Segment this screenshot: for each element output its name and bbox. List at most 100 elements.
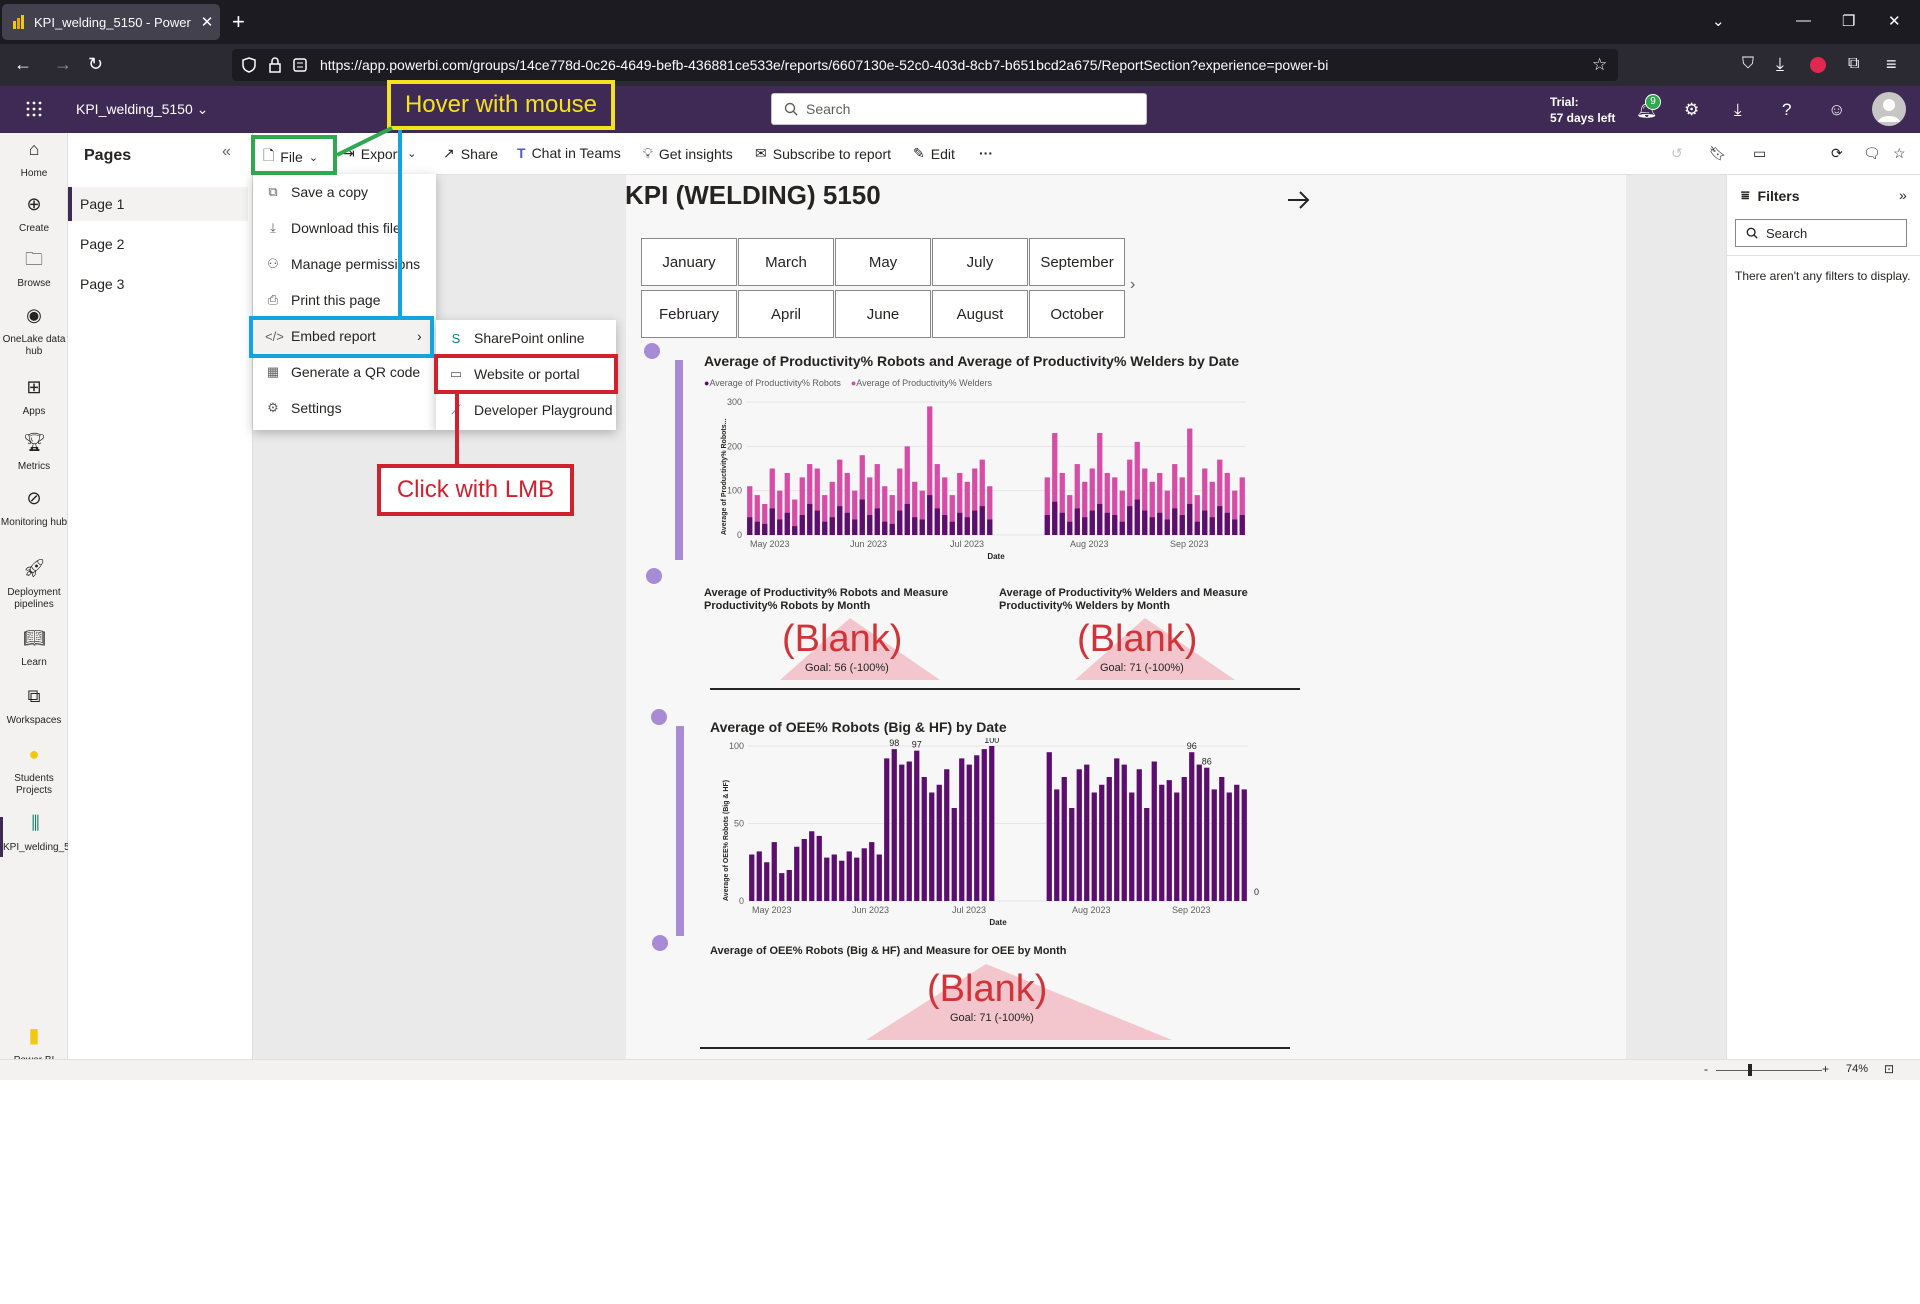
chart-bar[interactable] xyxy=(1239,515,1245,535)
chart-bar[interactable] xyxy=(1052,501,1058,535)
chart-bar[interactable] xyxy=(1089,510,1095,535)
nav-item-learn[interactable]: 📖︎ Learn xyxy=(0,629,68,669)
zoom-in-icon[interactable]: + xyxy=(1822,1062,1829,1076)
chart-bar[interactable] xyxy=(831,854,837,902)
chart-bar[interactable] xyxy=(852,519,858,535)
chart-bar[interactable] xyxy=(1097,503,1103,535)
chart-bar[interactable] xyxy=(779,873,785,901)
chart-bar[interactable] xyxy=(1104,512,1110,535)
chart-bar[interactable] xyxy=(769,508,775,535)
chart-bar[interactable] xyxy=(959,758,965,901)
chart-bar[interactable] xyxy=(801,839,807,901)
chart-bar[interactable] xyxy=(987,519,993,535)
chart-bar[interactable] xyxy=(1174,792,1180,902)
chart-bar[interactable] xyxy=(942,515,948,535)
chat-in-teams-button[interactable]: T Chat in Teams xyxy=(517,145,621,161)
chart-bar[interactable] xyxy=(897,510,903,535)
chart-bar[interactable] xyxy=(934,508,940,535)
chart-bar[interactable] xyxy=(1046,752,1052,901)
minimize-icon[interactable]: — xyxy=(1796,12,1811,29)
chart-bar[interactable] xyxy=(1127,506,1133,535)
chart-bar[interactable] xyxy=(927,495,933,535)
bookmark-icon[interactable]: 🔖︎ xyxy=(1709,145,1727,162)
feedback-smiley-icon[interactable]: ☺ xyxy=(1828,100,1845,120)
page-item-1[interactable]: Page 1 xyxy=(68,187,248,221)
close-tab-icon[interactable]: ✕ xyxy=(194,13,220,31)
restore-icon[interactable]: ❐ xyxy=(1842,12,1855,30)
chart-bar[interactable] xyxy=(861,848,867,901)
more-options-button[interactable]: ··· xyxy=(979,145,993,161)
chart-bar[interactable] xyxy=(1119,521,1125,535)
chart-bar[interactable] xyxy=(829,517,835,535)
download-icon[interactable]: ⤓ xyxy=(1734,100,1742,120)
nav-item-apps[interactable]: ⊞ Apps xyxy=(0,378,68,418)
page-item-2[interactable]: Page 2 xyxy=(68,227,248,261)
chart-bar[interactable] xyxy=(929,792,935,902)
page-item-3[interactable]: Page 3 xyxy=(68,267,248,301)
chart-bar[interactable] xyxy=(1134,499,1140,535)
chart-bar[interactable] xyxy=(936,784,942,901)
chart-bar[interactable] xyxy=(876,854,882,902)
chart-bar[interactable] xyxy=(777,519,783,535)
forward-icon[interactable]: → xyxy=(54,54,72,74)
chart-bar[interactable] xyxy=(762,523,768,535)
chart-bar[interactable] xyxy=(799,515,805,535)
new-tab-icon[interactable]: + xyxy=(232,10,245,34)
month-slicer-january[interactable]: January xyxy=(641,238,737,286)
chart-bar[interactable] xyxy=(756,851,762,901)
chart-bar[interactable] xyxy=(1136,769,1142,901)
chart-bar[interactable] xyxy=(786,870,792,901)
chart-bar[interactable] xyxy=(1157,512,1163,535)
month-slicer-february[interactable]: February xyxy=(641,290,737,338)
chart-bar[interactable] xyxy=(1209,517,1215,535)
chart-bar[interactable] xyxy=(957,512,963,535)
chart-bar[interactable] xyxy=(1144,808,1150,901)
chart-bar[interactable] xyxy=(1189,752,1195,901)
month-slicer-june[interactable]: June xyxy=(835,290,931,338)
nav-item-home[interactable]: ⌂ Home xyxy=(0,140,68,180)
chart-bar[interactable] xyxy=(1142,510,1148,535)
month-slicer-april[interactable]: April xyxy=(738,290,834,338)
list-all-tabs-icon[interactable]: ⌄ xyxy=(1712,12,1725,30)
share-button[interactable]: ↗ Share xyxy=(443,145,498,162)
chart-bar[interactable] xyxy=(867,515,873,535)
month-slicer-september[interactable]: September xyxy=(1029,238,1125,286)
chart-bar[interactable] xyxy=(949,521,955,535)
chart-bar[interactable] xyxy=(1151,761,1157,902)
chart-bar[interactable] xyxy=(1219,777,1225,901)
chart-bar[interactable] xyxy=(1194,521,1200,535)
extension-icon[interactable] xyxy=(1810,57,1826,73)
chart-bar[interactable] xyxy=(1149,517,1155,535)
chart-bar[interactable] xyxy=(839,860,845,901)
chart-bar[interactable] xyxy=(964,517,970,535)
productivity-chart[interactable]: 0 100 200 300 May 2023 Jun 2023 Jul 2023 Aug 20… xyxy=(700,392,1260,562)
month-slicer-august[interactable]: August xyxy=(932,290,1028,338)
edit-button[interactable]: ✎ Edit xyxy=(913,145,955,162)
chart-bar[interactable] xyxy=(1202,510,1208,535)
chart-bar[interactable] xyxy=(981,749,987,901)
chart-bar[interactable] xyxy=(846,851,852,901)
chart-bar[interactable] xyxy=(807,503,813,535)
month-slicer-july[interactable]: July xyxy=(932,238,1028,286)
chart-bar[interactable] xyxy=(844,512,850,535)
chart-bar[interactable] xyxy=(1084,764,1090,901)
chart-bar[interactable] xyxy=(824,857,830,901)
chart-bar[interactable] xyxy=(899,764,905,901)
view-icon[interactable]: ▭ xyxy=(1753,145,1766,162)
chart-bar[interactable] xyxy=(1114,758,1120,901)
menu-item-save-copy[interactable]: ⧉ Save a copy xyxy=(253,174,436,210)
chart-bar[interactable] xyxy=(822,521,828,535)
menu-item-qr-code[interactable]: ▦ Generate a QR code xyxy=(253,354,436,390)
chart-bar[interactable] xyxy=(771,842,777,901)
zoom-slider-thumb[interactable] xyxy=(1748,1064,1752,1076)
get-insights-button[interactable]: 💡︎ Get insights xyxy=(643,145,733,162)
arrow-right-icon[interactable] xyxy=(1286,188,1310,212)
chart-bar[interactable] xyxy=(1044,515,1050,535)
chart-bar[interactable] xyxy=(764,862,770,901)
chart-bar[interactable] xyxy=(1059,512,1065,535)
chart-bar[interactable] xyxy=(869,842,875,901)
menu-item-download-file[interactable]: ⤓ Download this file xyxy=(253,210,436,246)
chart-bar[interactable] xyxy=(1054,789,1060,901)
chart-bar[interactable] xyxy=(1082,517,1088,535)
chart-bar[interactable] xyxy=(882,521,888,535)
